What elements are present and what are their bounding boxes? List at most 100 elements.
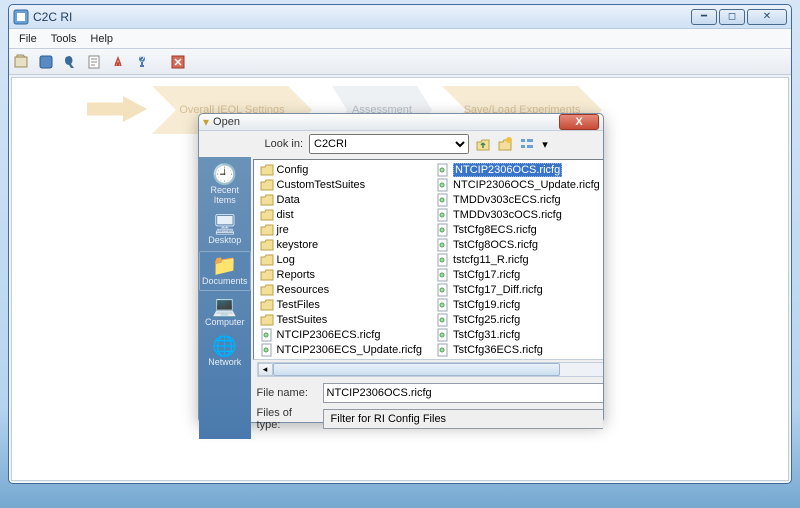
file-icon bbox=[436, 238, 450, 252]
dialog-titlebar: ▾ Open X bbox=[199, 114, 603, 131]
folder-item[interactable]: jre bbox=[258, 222, 425, 237]
menubar: File Tools Help bbox=[9, 29, 791, 49]
file-name-input[interactable] bbox=[323, 383, 603, 403]
place-documents[interactable]: 📁Documents bbox=[199, 251, 251, 291]
look-in-select[interactable]: C2CRI bbox=[309, 134, 469, 154]
file-item-label: NTCIP2306OCS_Update.ricfg bbox=[453, 179, 600, 191]
file-item[interactable]: NTCIP2306OCS_Update.ricfg bbox=[434, 177, 602, 192]
scroll-track[interactable] bbox=[273, 363, 603, 376]
file-item[interactable]: TstCfg17_Diff.ricfg bbox=[434, 282, 602, 297]
place-recent[interactable]: 🕘Recent Items bbox=[199, 161, 251, 209]
menu-tools[interactable]: Tools bbox=[45, 31, 83, 47]
minimize-button[interactable]: ━ bbox=[691, 9, 717, 25]
file-item[interactable]: tstcfg11_R.ricfg bbox=[434, 252, 602, 267]
toolbar-btn-2[interactable] bbox=[37, 53, 55, 71]
folder-item[interactable]: keystore bbox=[258, 237, 425, 252]
file-item-label: TstCfg36ECS.ricfg bbox=[453, 344, 543, 356]
folder-icon bbox=[260, 193, 274, 207]
view-list-icon[interactable] bbox=[519, 136, 535, 152]
maximize-button[interactable]: ◻ bbox=[719, 9, 745, 25]
dialog-title: Open bbox=[213, 116, 559, 128]
file-item[interactable]: TstCfg8OCS.ricfg bbox=[434, 237, 602, 252]
file-item[interactable]: TstCfg31.ricfg bbox=[434, 327, 602, 342]
new-folder-icon[interactable] bbox=[497, 136, 513, 152]
folder-icon bbox=[260, 208, 274, 222]
file-item-label: jre bbox=[277, 224, 289, 236]
file-item[interactable]: NTCIP2306ECS_Update.ricfg bbox=[258, 342, 425, 357]
scroll-thumb[interactable] bbox=[273, 363, 561, 376]
file-item-label: TstCfg8OCS.ricfg bbox=[453, 239, 538, 251]
file-name-label: File name: bbox=[257, 387, 317, 399]
scroll-left-button[interactable]: ◂ bbox=[258, 363, 273, 376]
toolbar-btn-4[interactable] bbox=[85, 53, 103, 71]
toolbar-btn-7[interactable] bbox=[169, 53, 187, 71]
folder-icon bbox=[260, 268, 274, 282]
file-item-label: Reports bbox=[277, 269, 316, 281]
view-menu-dropdown-icon[interactable]: ▾ bbox=[541, 136, 549, 152]
file-item[interactable]: NTCIP2306OCS.ricfg bbox=[434, 162, 602, 177]
file-item-label: TstCfg17.ricfg bbox=[453, 269, 520, 281]
file-item-label: TMDDv303cOCS.ricfg bbox=[453, 209, 562, 221]
file-item-label: Log bbox=[277, 254, 295, 266]
file-item-label: keystore bbox=[277, 239, 319, 251]
folder-item[interactable]: CustomTestSuites bbox=[258, 177, 425, 192]
menu-help[interactable]: Help bbox=[84, 31, 119, 47]
toolbar-btn-3[interactable] bbox=[61, 53, 79, 71]
file-icon bbox=[436, 283, 450, 297]
dialog-close-button[interactable]: X bbox=[559, 114, 599, 130]
file-item-label: TstCfg19.ricfg bbox=[453, 299, 520, 311]
open-dialog: ▾ Open X Look in: C2CRI ▾ 🕘Recent Items … bbox=[198, 113, 604, 423]
place-computer[interactable]: 💻Computer bbox=[199, 293, 251, 331]
file-icon bbox=[436, 208, 450, 222]
folder-icon bbox=[260, 253, 274, 267]
place-network[interactable]: 🌐Network bbox=[199, 333, 251, 371]
file-item-label: NTCIP2306ECS_Update.ricfg bbox=[277, 344, 423, 356]
look-in-label: Look in: bbox=[255, 138, 303, 150]
file-item[interactable]: TMDDv303cOCS.ricfg bbox=[434, 207, 602, 222]
look-in-row: Look in: C2CRI ▾ bbox=[199, 131, 603, 157]
toolbar-btn-1[interactable] bbox=[13, 53, 31, 71]
folder-item[interactable]: Data bbox=[258, 192, 425, 207]
up-folder-icon[interactable] bbox=[475, 136, 491, 152]
folder-item[interactable]: TestSuites bbox=[258, 312, 425, 327]
file-item[interactable]: TMDDv303cECS.ricfg bbox=[434, 192, 602, 207]
recent-icon: 🕘 bbox=[201, 165, 249, 185]
file-icon bbox=[436, 328, 450, 342]
file-icon bbox=[436, 163, 450, 177]
toolbar-btn-5[interactable] bbox=[109, 53, 127, 71]
folder-icon bbox=[260, 178, 274, 192]
folder-item[interactable]: Resources bbox=[258, 282, 425, 297]
folder-item[interactable]: dist bbox=[258, 207, 425, 222]
chevron-down-icon: ▾ bbox=[203, 115, 209, 129]
file-type-select[interactable]: Filter for RI Config Files bbox=[323, 409, 603, 429]
file-item-label: TstCfg17_Diff.ricfg bbox=[453, 284, 543, 296]
file-item[interactable]: TstCfg19.ricfg bbox=[434, 297, 602, 312]
place-desktop[interactable]: 🖥Desktop bbox=[199, 211, 251, 249]
app-icon bbox=[13, 9, 29, 25]
file-list[interactable]: ConfigCustomTestSuites Datadist jre keystor… bbox=[253, 159, 603, 360]
file-icon bbox=[260, 328, 274, 342]
file-item-label: TestSuites bbox=[277, 314, 328, 326]
file-item-label: TstCfg8ECS.ricfg bbox=[453, 224, 537, 236]
file-icon bbox=[260, 343, 274, 357]
close-button[interactable]: ✕ bbox=[747, 9, 787, 25]
file-item-label: TMDDv303cECS.ricfg bbox=[453, 194, 561, 206]
file-item[interactable]: TstCfg25.ricfg bbox=[434, 312, 602, 327]
horizontal-scrollbar[interactable]: ◂ ▸ bbox=[257, 362, 603, 377]
toolbar-btn-6[interactable]: ? bbox=[133, 53, 151, 71]
file-item[interactable]: TstCfg17.ricfg bbox=[434, 267, 602, 282]
folder-item[interactable]: Log bbox=[258, 252, 425, 267]
file-item-label: Resources bbox=[277, 284, 330, 296]
window-buttons: ━ ◻ ✕ bbox=[691, 9, 787, 25]
computer-icon: 💻 bbox=[201, 297, 249, 317]
file-item[interactable]: NTCIP2306ECS.ricfg bbox=[258, 327, 425, 342]
folder-item[interactable]: TestFiles bbox=[258, 297, 425, 312]
menu-file[interactable]: File bbox=[13, 31, 43, 47]
folder-item[interactable]: Config bbox=[258, 162, 425, 177]
file-item[interactable]: TstCfg36ECS.ricfg bbox=[434, 342, 602, 357]
file-item-label: TstCfg31.ricfg bbox=[453, 329, 520, 341]
folder-item[interactable]: Reports bbox=[258, 267, 425, 282]
file-item-label: Data bbox=[277, 194, 300, 206]
file-item[interactable]: TstCfg8ECS.ricfg bbox=[434, 222, 602, 237]
folder-icon bbox=[260, 163, 274, 177]
